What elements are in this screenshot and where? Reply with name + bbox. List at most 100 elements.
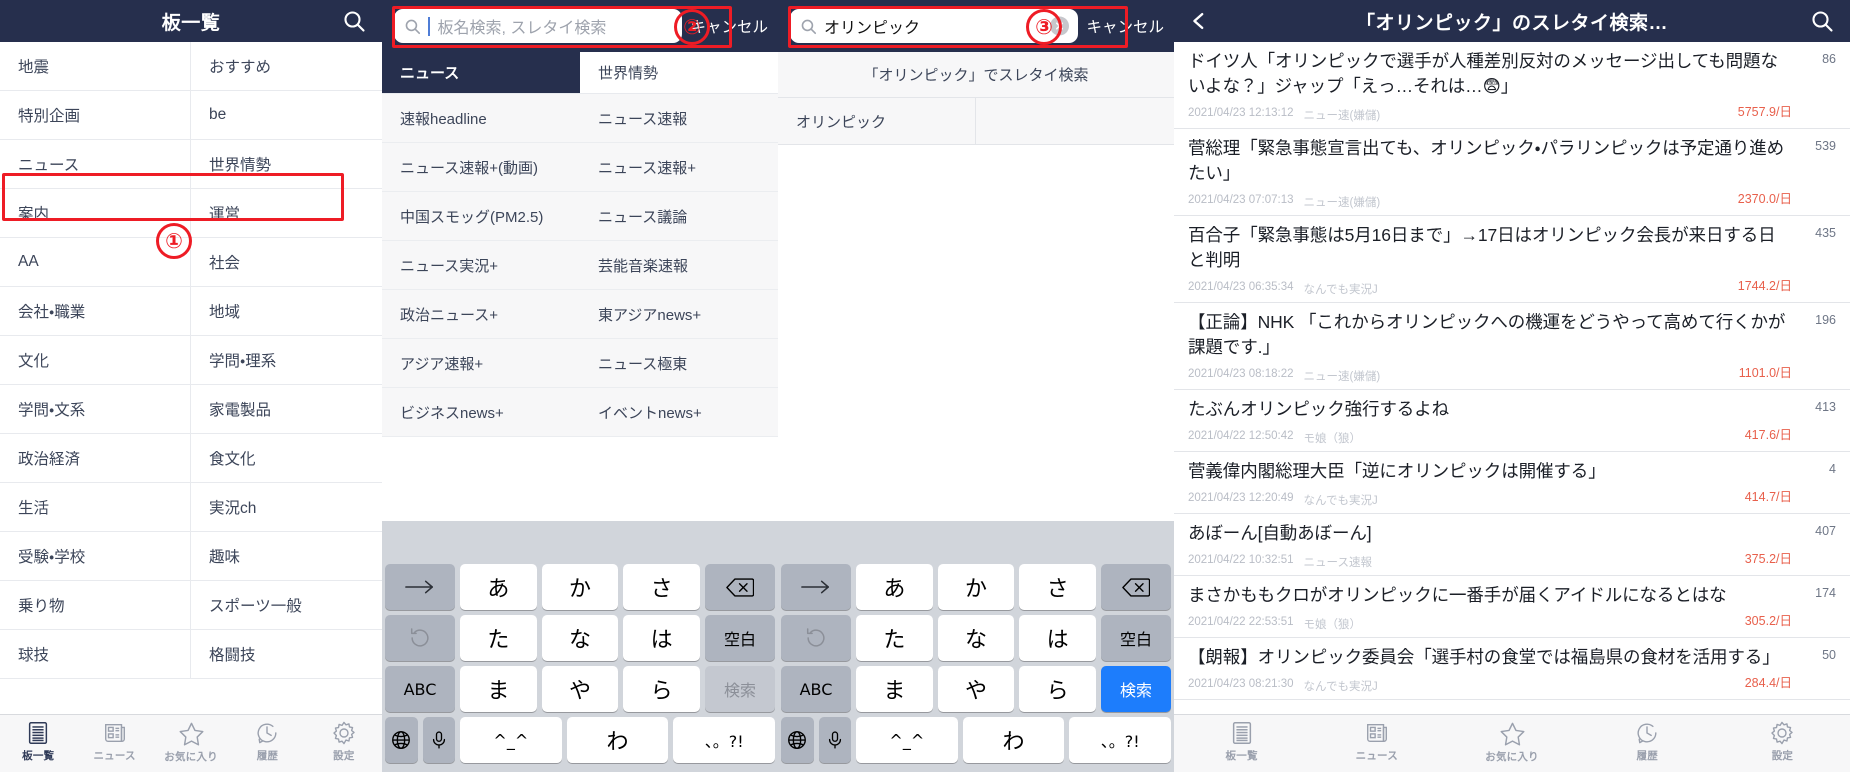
thread-result-item[interactable]: まさかももクロがオリンピックに一番手が届くアイドルになるとはな2021/04/2… bbox=[1174, 576, 1850, 638]
key-は[interactable]: は bbox=[1019, 615, 1096, 661]
board-cell[interactable]: ニュース bbox=[0, 140, 191, 189]
thread-result-item[interactable]: 菅総理「緊急事態宣言出ても、オリンピック・パラリンピックは予定通り進めたい」20… bbox=[1174, 129, 1850, 216]
suggest-item[interactable]: オリンピック bbox=[778, 98, 976, 144]
board-suggestion-item[interactable]: ニュース実況+ bbox=[382, 241, 580, 290]
board-cell[interactable]: 格闘技 bbox=[191, 630, 382, 679]
delete-icon[interactable] bbox=[1101, 564, 1171, 610]
tab-board-list[interactable]: 板一覧 bbox=[0, 720, 76, 763]
board-cell[interactable]: 社会 bbox=[191, 238, 382, 287]
board-cell[interactable]: 乗り物 bbox=[0, 581, 191, 630]
key-ま[interactable]: ま bbox=[856, 666, 933, 712]
bottom-tab-bar[interactable]: 板一覧 ニュース お気に入り 履歴 設定 bbox=[0, 714, 382, 772]
board-cell[interactable]: 食文化 bbox=[191, 434, 382, 483]
board-cell[interactable]: スポーツ一般 bbox=[191, 581, 382, 630]
board-suggestion-item[interactable]: 速報headline bbox=[382, 94, 580, 143]
key-ら[interactable]: ら bbox=[623, 666, 700, 712]
board-suggestion-item[interactable]: ニュース極東 bbox=[580, 339, 778, 388]
board-cell[interactable]: be bbox=[191, 91, 382, 140]
arrow-right-icon[interactable] bbox=[385, 564, 455, 610]
key-か[interactable]: か bbox=[542, 564, 619, 610]
tab-news[interactable]: ニュース bbox=[1309, 720, 1444, 763]
search-icon[interactable] bbox=[1810, 9, 1834, 33]
key-な[interactable]: な bbox=[542, 615, 619, 661]
key-、。?![interactable]: 、。?! bbox=[1069, 717, 1171, 763]
key-空白[interactable]: 空白 bbox=[705, 615, 775, 661]
key-や[interactable]: や bbox=[542, 666, 619, 712]
thread-result-item[interactable]: ドイツ人「オリンピックで選手が人種差別反対のメッセージ出しても問題ないよな？」ジ… bbox=[1174, 42, 1850, 129]
tab-star[interactable]: お気に入り bbox=[1444, 720, 1579, 764]
board-cell[interactable]: 家電製品 bbox=[191, 385, 382, 434]
undo-icon[interactable] bbox=[781, 615, 851, 661]
thread-result-item[interactable]: あぼーん[自動あぼーん]2021/04/22 10:32:51ニュース速報375… bbox=[1174, 514, 1850, 576]
board-cell[interactable]: 趣味 bbox=[191, 532, 382, 581]
search-icon[interactable] bbox=[342, 9, 366, 33]
software-keyboard[interactable]: あかさ たなは空白ABCまやら検索 ^_^わ、。?! bbox=[778, 521, 1174, 772]
key-な[interactable]: な bbox=[938, 615, 1015, 661]
keyboard-rows[interactable]: あかさ たなは空白ABCまやら検索 ^_^わ、。?! bbox=[382, 564, 778, 772]
board-cell[interactable]: 世界情勢 bbox=[191, 140, 382, 189]
globe-icon[interactable] bbox=[781, 717, 814, 763]
chevron-left-icon[interactable] bbox=[1188, 10, 1210, 32]
key-や[interactable]: や bbox=[938, 666, 1015, 712]
board-suggestion-item[interactable]: ニュース速報+ bbox=[580, 143, 778, 192]
segment-row[interactable]: ニュース世界情勢 bbox=[382, 52, 778, 94]
thread-result-item[interactable]: 百合子「緊急事態は5月16日まで」→17日はオリンピック会長が来日する日と判明2… bbox=[1174, 216, 1850, 303]
board-cell[interactable]: 球技 bbox=[0, 630, 191, 679]
board-cell[interactable]: 地震 bbox=[0, 42, 191, 91]
board-suggestion-item[interactable]: ニュース速報 bbox=[580, 94, 778, 143]
tab-news[interactable]: ニュース bbox=[76, 720, 152, 763]
key-わ[interactable]: わ bbox=[567, 717, 669, 763]
tab-star[interactable]: お気に入り bbox=[153, 720, 229, 764]
undo-icon[interactable] bbox=[385, 615, 455, 661]
thread-result-item[interactable]: 【正論】NHK 「これからオリンピックへの機運をどうやって高めて行くかが課題です… bbox=[1174, 303, 1850, 390]
board-suggestion-item[interactable]: イベントnews+ bbox=[580, 388, 778, 437]
cancel-button[interactable]: キャンセル bbox=[1086, 15, 1164, 37]
mic-icon[interactable] bbox=[423, 717, 456, 763]
board-suggestion-item[interactable]: 政治ニュース+ bbox=[382, 290, 580, 339]
suggest-header[interactable]: 「オリンピック」でスレタイ検索 bbox=[778, 52, 1174, 98]
tab-gear[interactable]: 設定 bbox=[306, 720, 382, 763]
board-cell[interactable]: 会社・職業 bbox=[0, 287, 191, 336]
search-key[interactable]: 検索 bbox=[1101, 666, 1171, 712]
tab-board-list[interactable]: 板一覧 bbox=[1174, 720, 1309, 763]
board-cell[interactable]: 政治経済 bbox=[0, 434, 191, 483]
key-、。?![interactable]: 、。?! bbox=[673, 717, 775, 763]
tab-history-clock[interactable]: 履歴 bbox=[229, 720, 305, 763]
key-あ[interactable]: あ bbox=[460, 564, 537, 610]
board-cell[interactable]: おすすめ bbox=[191, 42, 382, 91]
globe-icon[interactable] bbox=[385, 717, 418, 763]
board-suggestion-item[interactable]: 東アジアnews+ bbox=[580, 290, 778, 339]
board-cell[interactable]: 学問・文系 bbox=[0, 385, 191, 434]
key-ら[interactable]: ら bbox=[1019, 666, 1096, 712]
key-た[interactable]: た bbox=[856, 615, 933, 661]
board-cell[interactable]: 受験・学校 bbox=[0, 532, 191, 581]
key-ABC[interactable]: ABC bbox=[385, 666, 455, 712]
key-か[interactable]: か bbox=[938, 564, 1015, 610]
software-keyboard[interactable]: あかさ たなは空白ABCまやら検索 ^_^わ、。?! bbox=[382, 521, 778, 772]
key-は[interactable]: は bbox=[623, 615, 700, 661]
board-cell[interactable]: 生活 bbox=[0, 483, 191, 532]
keyboard-rows[interactable]: あかさ たなは空白ABCまやら検索 ^_^わ、。?! bbox=[778, 564, 1174, 772]
key-ABC[interactable]: ABC bbox=[781, 666, 851, 712]
thread-result-item[interactable]: たぶんオリンピック強行するよね2021/04/22 12:50:42モ娘（狼）4… bbox=[1174, 390, 1850, 452]
tab-history-clock[interactable]: 履歴 bbox=[1580, 720, 1715, 763]
thread-result-item[interactable]: 【朗報】オリンピック委員会「選手村の食堂では福島県の食材を活用する」2021/0… bbox=[1174, 638, 1850, 700]
key-た[interactable]: た bbox=[460, 615, 537, 661]
board-cell[interactable]: 地域 bbox=[191, 287, 382, 336]
key-ま[interactable]: ま bbox=[460, 666, 537, 712]
key-空白[interactable]: 空白 bbox=[1101, 615, 1171, 661]
arrow-right-icon[interactable] bbox=[781, 564, 851, 610]
board-cell[interactable]: 文化 bbox=[0, 336, 191, 385]
search-key[interactable]: 検索 bbox=[705, 666, 775, 712]
board-cell[interactable]: 実況ch bbox=[191, 483, 382, 532]
segment-tab[interactable]: 世界情勢 bbox=[580, 52, 778, 94]
board-suggestion-item[interactable]: アジア速報+ bbox=[382, 339, 580, 388]
thread-result-item[interactable]: 菅義偉内閣総理大臣「逆にオリンピックは開催する」2021/04/23 12:20… bbox=[1174, 452, 1850, 514]
key-わ[interactable]: わ bbox=[963, 717, 1065, 763]
board-suggestion-item[interactable]: 芸能音楽速報 bbox=[580, 241, 778, 290]
board-cell[interactable]: 運営 bbox=[191, 189, 382, 238]
key-あ[interactable]: あ bbox=[856, 564, 933, 610]
board-cell[interactable]: 特別企画 bbox=[0, 91, 191, 140]
board-suggestion-item[interactable]: ビジネスnews+ bbox=[382, 388, 580, 437]
board-suggestion-item[interactable]: 中国スモッグ(PM2.5) bbox=[382, 192, 580, 241]
